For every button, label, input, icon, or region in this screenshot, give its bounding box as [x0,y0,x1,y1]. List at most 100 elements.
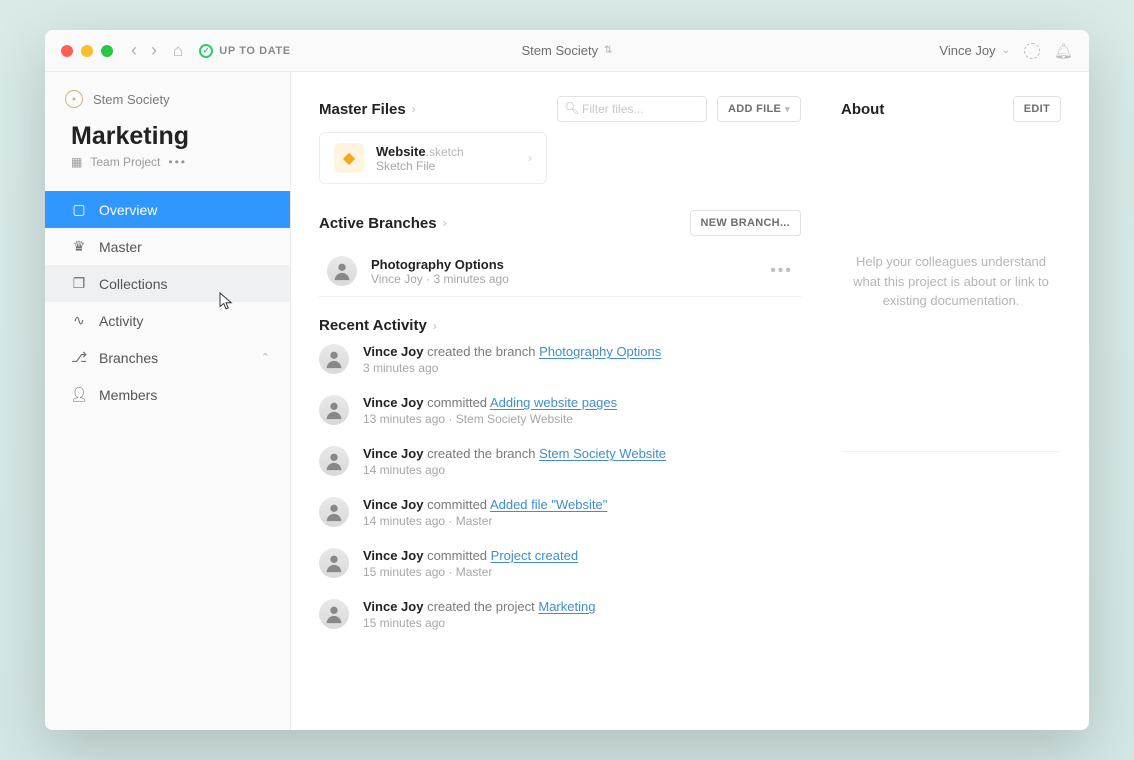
updown-icon: ⇅ [604,45,612,56]
sidebar-item-activity[interactable]: ∿ Activity [45,302,290,339]
activity-text: Vince Joy committed Added file "Website" [363,497,607,512]
activity-row: Vince Joy created the branch Photography… [319,344,801,375]
activity-link[interactable]: Adding website pages [490,395,617,410]
activity-subtext: 14 minutes ago [363,463,666,477]
master-files-heading[interactable]: Master Files [319,101,406,118]
sidebar: Stem Society Marketing ▦ Team Project ••… [45,72,291,730]
center-title: Stem Society [522,43,599,58]
project-title: Marketing [45,118,290,155]
sidebar-item-members[interactable]: 👤︎ Members [45,376,290,413]
sidebar-item-branches[interactable]: ⎇ Branches ⌃ [45,339,290,376]
chevron-down-icon: ⌄ [1002,45,1010,56]
person-icon: 👤︎ [71,386,87,403]
avatar [319,599,349,629]
sidebar-item-label: Collections [99,276,167,292]
user-menu[interactable]: Vince Joy ⌄ [939,43,1010,58]
active-branches-heading[interactable]: Active Branches [319,215,437,232]
branch-time-label: 3 minutes ago [433,272,508,286]
add-file-button[interactable]: ADD FILE ▾ [717,96,801,122]
activity-link[interactable]: Added file "Website" [490,497,607,512]
chevron-right-icon: › [443,216,447,230]
sync-status-label: UP TO DATE [219,45,290,57]
sidebar-item-label: Master [99,239,142,255]
chevron-up-icon: ⌃ [261,351,270,364]
forward-button[interactable]: › [151,40,157,61]
bell-icon[interactable]: 🔔︎ [1054,42,1073,60]
filter-files-input[interactable] [557,96,707,122]
activity-subtext: 15 minutes ago [363,616,595,630]
branch-row[interactable]: Photography Options Vince Joy · 3 minute… [319,246,801,297]
activity-subtext: 3 minutes ago [363,361,661,375]
avatar [327,256,357,286]
sidebar-item-label: Activity [99,313,143,329]
activity-subtext: 15 minutes ago · Master [363,565,578,579]
avatar [319,548,349,578]
activity-author: Vince Joy [363,599,423,614]
recent-activity-header: Recent Activity › [319,317,801,334]
file-name-label: Website [376,144,426,159]
zoom-window-icon[interactable] [101,45,113,57]
sidebar-item-label: Branches [99,350,158,366]
app-window: ‹ › ⌂ UP TO DATE Stem Society ⇅ Vince Jo… [45,30,1089,730]
activity-author: Vince Joy [363,395,423,410]
sidebar-nav: ▢ Overview ♛ Master ❐ Collections ∿ Acti… [45,187,290,413]
recent-activity-heading[interactable]: Recent Activity [319,317,427,334]
activity-text: Vince Joy committed Adding website pages [363,395,617,410]
sidebar-item-overview[interactable]: ▢ Overview [45,191,290,228]
titlebar: ‹ › ⌂ UP TO DATE Stem Society ⇅ Vince Jo… [45,30,1089,72]
search-icon: 🔍︎ [564,101,579,115]
activity-author: Vince Joy [363,446,423,461]
activity-row: Vince Joy committed Adding website pages… [319,395,801,426]
activity-action: created the branch [423,344,539,359]
activity-text: Vince Joy created the branch Stem Societ… [363,446,666,461]
sidebar-item-label: Overview [99,202,157,218]
avatar [319,446,349,476]
activity-link[interactable]: Marketing [538,599,595,614]
branch-more-button[interactable]: ••• [770,262,793,280]
add-file-label: ADD FILE [728,103,781,115]
chevron-right-icon: › [412,102,416,116]
about-edit-button[interactable]: EDIT [1013,96,1061,122]
new-branch-button[interactable]: NEW BRANCH... [690,210,801,236]
activity-link[interactable]: Project created [491,548,578,563]
help-icon[interactable] [1024,43,1040,59]
back-button[interactable]: ‹ [131,40,137,61]
activity-author: Vince Joy [363,497,423,512]
titlebar-center-breadcrumb[interactable]: Stem Society ⇅ [522,43,613,58]
activity-link[interactable]: Photography Options [539,344,661,359]
overview-icon: ▢ [71,201,87,218]
traffic-lights [61,45,113,57]
about-header: About EDIT [841,96,1061,122]
sidebar-item-master[interactable]: ♛ Master [45,228,290,265]
project-more-button[interactable]: ••• [168,155,187,169]
home-icon[interactable]: ⌂ [173,41,183,61]
filter-files-wrap: 🔍︎ [557,96,707,122]
org-breadcrumb[interactable]: Stem Society [45,72,290,118]
master-files-header: Master Files › 🔍︎ ADD FILE ▾ [319,96,801,122]
activity-author: Vince Joy [363,344,423,359]
avatar [319,497,349,527]
project-subtitle-label: Team Project [90,155,160,169]
about-heading: About [841,101,884,118]
sidebar-item-collections[interactable]: ❐ Collections [45,265,290,302]
close-window-icon[interactable] [61,45,73,57]
org-name-label: Stem Society [93,92,170,107]
file-ext-label: .sketch [426,145,464,159]
minimize-window-icon[interactable] [81,45,93,57]
master-file-row[interactable]: ◆ Website.sketch Sketch File › [319,132,547,184]
activity-text: Vince Joy created the branch Photography… [363,344,661,359]
activity-link[interactable]: Stem Society Website [539,446,666,461]
activity-author: Vince Joy [363,548,423,563]
check-circle-icon [199,44,213,58]
crown-icon: ♛ [71,238,87,255]
history-nav: ‹ › [131,40,157,61]
branch-author-label: Vince Joy [371,272,423,286]
activity-action: committed [423,395,489,410]
activity-row: Vince Joy committed Project created 15 m… [319,548,801,579]
active-branches-header: Active Branches › NEW BRANCH... [319,210,801,236]
activity-row: Vince Joy created the branch Stem Societ… [319,446,801,477]
branch-name-label: Photography Options [371,257,509,272]
org-logo-icon [65,90,83,108]
chevron-right-icon: › [433,319,437,333]
activity-text: Vince Joy committed Project created [363,548,578,563]
